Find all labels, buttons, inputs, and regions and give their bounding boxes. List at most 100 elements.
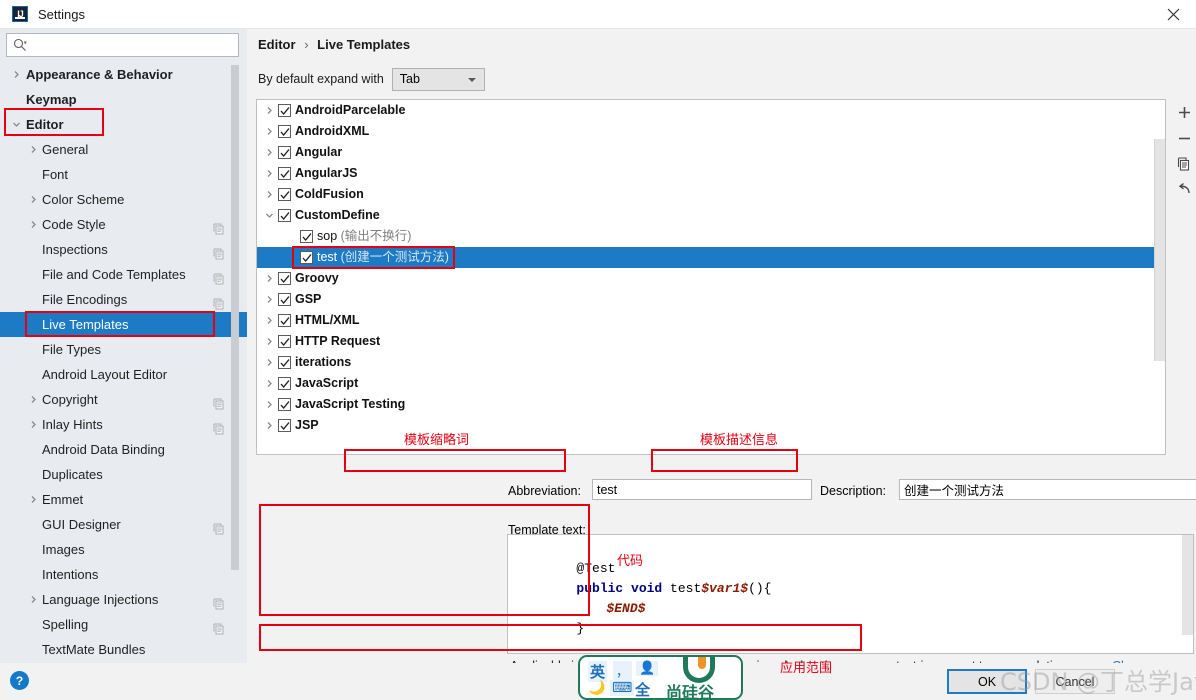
template-checkbox[interactable] xyxy=(278,209,291,222)
ime-mode-label[interactable]: 英 xyxy=(588,661,608,682)
template-row[interactable]: AngularJS xyxy=(257,163,1165,184)
template-checkbox[interactable] xyxy=(278,419,291,432)
sidebar-scrollbar-thumb[interactable] xyxy=(231,65,239,570)
chevron-right-icon[interactable] xyxy=(262,289,276,310)
template-row[interactable]: HTML/XML xyxy=(257,310,1165,331)
help-icon[interactable]: ? xyxy=(10,671,29,690)
remove-template-button[interactable] xyxy=(1172,125,1196,151)
chevron-right-icon[interactable] xyxy=(262,352,276,373)
chevron-right-icon[interactable] xyxy=(262,100,276,121)
sidebar-item-duplicates[interactable]: Duplicates xyxy=(0,462,247,487)
sidebar-item-file-types[interactable]: File Types xyxy=(0,337,247,362)
chevron-down-icon[interactable] xyxy=(262,205,276,226)
chevron-right-icon[interactable] xyxy=(26,212,40,237)
chevron-right-icon[interactable] xyxy=(26,187,40,212)
chevron-right-icon[interactable] xyxy=(262,331,276,352)
add-template-button[interactable] xyxy=(1172,99,1196,125)
chevron-right-icon[interactable] xyxy=(262,415,276,436)
close-icon[interactable] xyxy=(1150,0,1196,29)
sidebar-item-emmet[interactable]: Emmet xyxy=(0,487,247,512)
chevron-right-icon[interactable] xyxy=(262,310,276,331)
sidebar-item-editor[interactable]: Editor xyxy=(0,112,247,137)
chevron-right-icon[interactable] xyxy=(262,268,276,289)
chevron-right-icon[interactable] xyxy=(26,387,40,412)
ime-punctuation-toggle[interactable]: ， xyxy=(613,661,633,680)
user-icon[interactable]: 👤 xyxy=(636,661,659,676)
template-text-editor[interactable]: @Test public void test$var1$(){ $END$ } xyxy=(507,534,1194,654)
sidebar-item-intentions[interactable]: Intentions xyxy=(0,562,247,587)
sidebar-item-inspections[interactable]: Inspections xyxy=(0,237,247,262)
sidebar-item-live-templates[interactable]: Live Templates xyxy=(0,312,247,337)
sidebar-item-language-injections[interactable]: Language Injections xyxy=(0,587,247,612)
duplicate-template-button[interactable] xyxy=(1172,151,1196,177)
search-box[interactable] xyxy=(6,33,239,57)
sidebar-item-spelling[interactable]: Spelling xyxy=(0,612,247,637)
sidebar-item-file-and-code-templates[interactable]: File and Code Templates xyxy=(0,262,247,287)
template-checkbox[interactable] xyxy=(278,104,291,117)
template-checkbox[interactable] xyxy=(278,398,291,411)
sidebar-item-textmate-bundles[interactable]: TextMate Bundles xyxy=(0,637,247,662)
template-checkbox[interactable] xyxy=(278,377,291,390)
template-row[interactable]: iterations xyxy=(257,352,1165,373)
ok-button[interactable]: OK xyxy=(947,669,1027,694)
sidebar-item-copyright[interactable]: Copyright xyxy=(0,387,247,412)
sidebar-item-keymap[interactable]: Keymap xyxy=(0,87,247,112)
chevron-down-icon[interactable] xyxy=(9,112,23,137)
template-row[interactable]: AndroidXML xyxy=(257,121,1165,142)
chevron-right-icon[interactable] xyxy=(262,394,276,415)
cancel-button[interactable]: Cancel xyxy=(1035,669,1115,694)
template-row[interactable]: Groovy xyxy=(257,268,1165,289)
sidebar-item-gui-designer[interactable]: GUI Designer xyxy=(0,512,247,537)
sidebar-item-android-layout-editor[interactable]: Android Layout Editor xyxy=(0,362,247,387)
template-checkbox[interactable] xyxy=(278,314,291,327)
template-row[interactable]: Angular xyxy=(257,142,1165,163)
ime-width-toggle[interactable]: 全 xyxy=(635,679,650,698)
breadcrumb-parent[interactable]: Editor xyxy=(258,37,296,52)
template-checkbox[interactable] xyxy=(278,125,291,138)
sidebar-item-images[interactable]: Images xyxy=(0,537,247,562)
template-checkbox[interactable] xyxy=(300,230,313,243)
template-row[interactable]: sop (输出不换行) xyxy=(257,226,1165,247)
template-checkbox[interactable] xyxy=(278,188,291,201)
template-row[interactable]: CustomDefine xyxy=(257,205,1165,226)
sidebar-item-inlay-hints[interactable]: Inlay Hints xyxy=(0,412,247,437)
template-row[interactable]: AndroidParcelable xyxy=(257,100,1165,121)
sidebar-item-code-style[interactable]: Code Style xyxy=(0,212,247,237)
template-row[interactable]: ColdFusion xyxy=(257,184,1165,205)
chevron-right-icon[interactable] xyxy=(262,142,276,163)
templates-tree[interactable]: AndroidParcelable AndroidXML Angular Angula… xyxy=(256,99,1166,455)
template-checkbox[interactable] xyxy=(278,293,291,306)
chevron-right-icon[interactable] xyxy=(262,121,276,142)
template-checkbox[interactable] xyxy=(278,146,291,159)
template-row[interactable]: JavaScript Testing xyxy=(257,394,1165,415)
sidebar-item-file-encodings[interactable]: File Encodings xyxy=(0,287,247,312)
settings-category-tree[interactable]: Appearance & Behavior Keymap Editor General… xyxy=(0,62,247,663)
template-row[interactable]: HTTP Request xyxy=(257,331,1165,352)
template-row[interactable]: JavaScript xyxy=(257,373,1165,394)
default-expand-select[interactable]: Tab xyxy=(391,67,485,91)
chevron-right-icon[interactable] xyxy=(26,587,40,612)
editor-scrollbar-thumb[interactable] xyxy=(1182,535,1193,635)
keyboard-icon[interactable]: ⌨ xyxy=(610,680,635,696)
sidebar-item-color-scheme[interactable]: Color Scheme xyxy=(0,187,247,212)
template-checkbox[interactable] xyxy=(278,167,291,180)
template-row[interactable]: GSP xyxy=(257,289,1165,310)
moon-icon[interactable]: 🌙 xyxy=(588,680,605,696)
chevron-right-icon[interactable] xyxy=(26,137,40,162)
template-checkbox[interactable] xyxy=(278,356,291,369)
template-checkbox[interactable] xyxy=(278,335,291,348)
chevron-right-icon[interactable] xyxy=(26,487,40,512)
chevron-right-icon[interactable] xyxy=(9,62,23,87)
sidebar-item-general[interactable]: General xyxy=(0,137,247,162)
template-checkbox[interactable] xyxy=(300,251,313,264)
description-input[interactable] xyxy=(899,479,1196,500)
chevron-right-icon[interactable] xyxy=(262,163,276,184)
search-input[interactable] xyxy=(31,36,235,54)
template-checkbox[interactable] xyxy=(278,272,291,285)
restore-defaults-button[interactable] xyxy=(1172,177,1196,203)
abbreviation-input[interactable] xyxy=(592,479,812,500)
templates-scrollbar-thumb[interactable] xyxy=(1154,139,1165,361)
ime-toolbar[interactable]: 英 ， 👤 🌙 ⌨ 全 尚硅谷 xyxy=(578,655,743,700)
sidebar-item-appearance-behavior[interactable]: Appearance & Behavior xyxy=(0,62,247,87)
chevron-right-icon[interactable] xyxy=(262,373,276,394)
